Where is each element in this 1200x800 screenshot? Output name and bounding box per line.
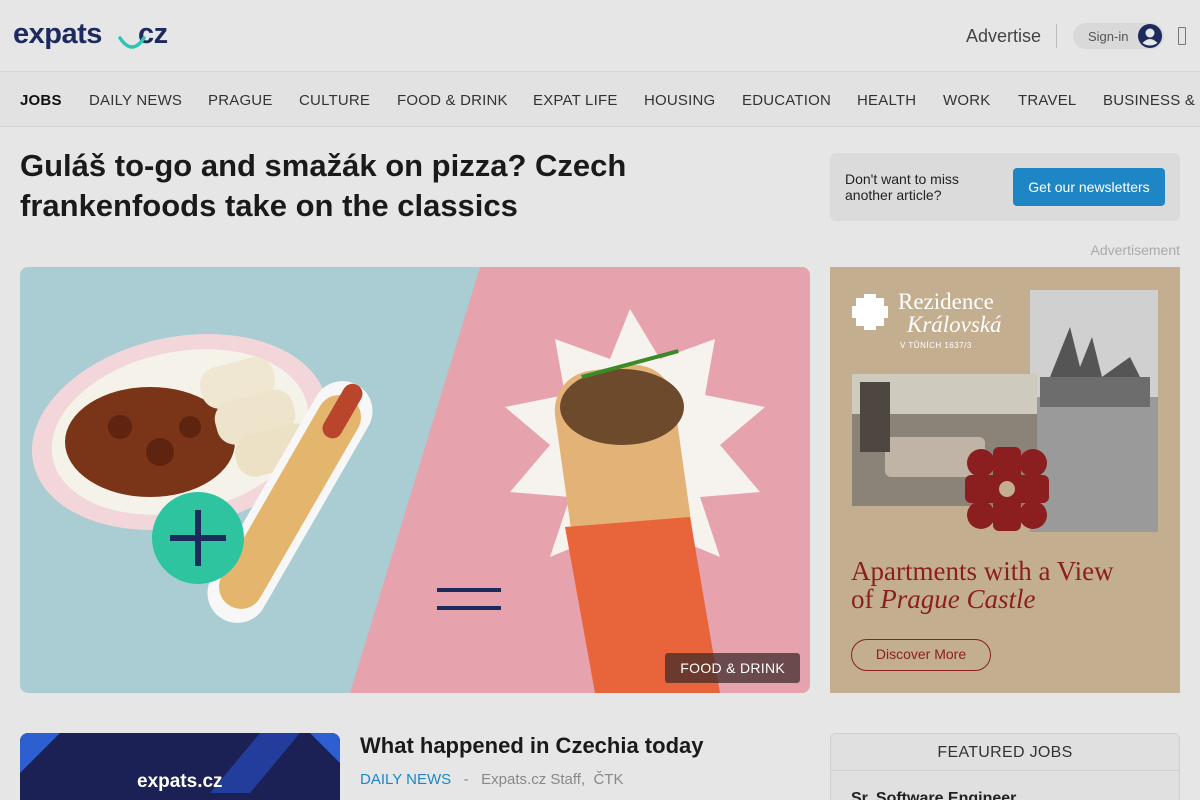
nav-item-education[interactable]: EDUCATION	[742, 92, 831, 109]
nav-item-prague[interactable]: PRAGUE	[208, 92, 273, 109]
header-divider	[1056, 24, 1057, 48]
nav-item-housing[interactable]: HOUSING	[644, 92, 715, 109]
ad-headline-line1: Apartments with a View	[851, 556, 1114, 586]
hero-image[interactable]: FOOD & DRINK	[20, 267, 810, 693]
logo-main-text: expats	[13, 18, 102, 50]
featured-jobs-title: FEATURED JOBS	[831, 734, 1179, 771]
job-listing-title[interactable]: Sr. Software Engineer	[851, 790, 1016, 800]
advertise-link[interactable]: Advertise	[966, 26, 1041, 47]
ad-brand-address: V TŮNÍCH 1637/3	[900, 341, 972, 350]
hero-illustration	[31, 267, 810, 693]
main-nav: JOBS DAILY NEWS PRAGUE CULTURE FOOD & DR…	[0, 72, 1200, 127]
ad-artwork	[852, 290, 1158, 532]
signin-button[interactable]: Sign-in	[1073, 23, 1164, 49]
newsletter-text: Don't want to miss another article?	[845, 171, 959, 203]
nav-item-daily-news[interactable]: DAILY NEWS	[89, 92, 182, 109]
thumbnail-logo: expats.cz	[137, 771, 223, 792]
avatar-icon	[1138, 24, 1162, 48]
nav-item-food-drink[interactable]: FOOD & DRINK	[397, 92, 508, 109]
nav-item-health[interactable]: HEALTH	[857, 92, 916, 109]
article-card-source: ČTK	[593, 771, 624, 788]
meta-separator: -	[463, 771, 469, 788]
nav-item-work[interactable]: WORK	[943, 92, 990, 109]
ad-headline-italic: Prague Castle	[880, 584, 1036, 614]
site-header: expats cz Advertise Sign-in	[0, 0, 1200, 72]
article-card-meta: DAILY NEWS - Expats.cz Staff, ČTK	[360, 771, 623, 788]
article-headline: Guláš to-go and smažák on pizza? Czech f…	[20, 148, 627, 223]
ad-headline: Apartments with a View of Prague Castle	[851, 557, 1171, 613]
article-card-category[interactable]: DAILY NEWS	[360, 771, 451, 788]
featured-jobs-panel: FEATURED JOBS Sr. Software Engineer	[830, 733, 1180, 800]
nav-item-business[interactable]: BUSINESS & I	[1103, 92, 1200, 109]
nav-item-jobs[interactable]: JOBS	[20, 92, 62, 109]
ad-discover-button[interactable]: Discover More	[851, 639, 991, 671]
category-tag[interactable]: FOOD & DRINK	[665, 653, 800, 683]
nav-item-travel[interactable]: TRAVEL	[1018, 92, 1076, 109]
newsletter-box: Don't want to miss another article? Get …	[830, 153, 1180, 221]
ad-brand-name-2: Královská	[907, 312, 1002, 337]
newsletter-button[interactable]: Get our newsletters	[1013, 168, 1165, 206]
nav-item-expat-life[interactable]: EXPAT LIFE	[533, 92, 618, 109]
nav-item-culture[interactable]: CULTURE	[299, 92, 370, 109]
advertisement[interactable]: Rezidence Královská V TŮNÍCH 1637/3 Apar…	[830, 267, 1180, 693]
ad-headline-of: of	[851, 584, 874, 614]
signin-label: Sign-in	[1088, 29, 1129, 44]
article-card-author[interactable]: Expats.cz Staff,	[481, 771, 585, 788]
article-thumbnail[interactable]: expats.cz	[20, 733, 340, 800]
article-card-title[interactable]: What happened in Czechia today	[360, 733, 703, 759]
menu-icon[interactable]	[1178, 27, 1186, 45]
ad-label: Advertisement	[1090, 242, 1180, 258]
logo-smile-icon	[118, 36, 146, 49]
